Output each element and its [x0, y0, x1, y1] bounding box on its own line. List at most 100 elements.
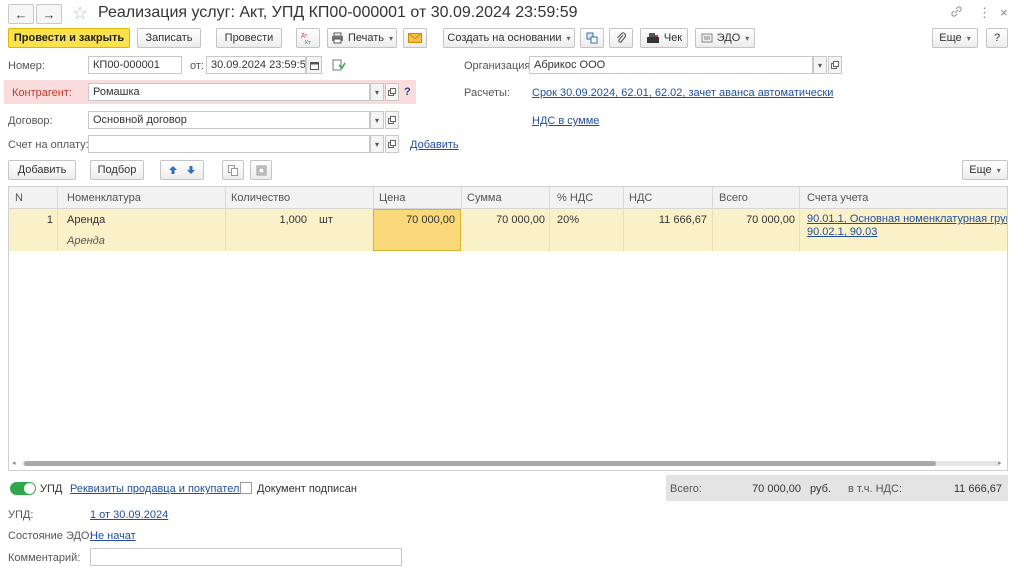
window-title: Реализация услуг: Акт, УПД КП00-000001 о…	[98, 4, 578, 21]
contract-field[interactable]: Основной договор	[88, 111, 370, 129]
vat-in-sum-link[interactable]: НДС в сумме	[532, 115, 599, 127]
contractor-help-icon[interactable]: ?	[404, 86, 411, 98]
copy-icon	[227, 164, 238, 176]
post-and-close-button[interactable]: Провести и закрыть	[8, 28, 130, 48]
upd-toggle[interactable]	[10, 482, 36, 495]
link-icon[interactable]	[950, 5, 963, 21]
attach-button[interactable]	[609, 28, 633, 48]
forward-button[interactable]: →	[36, 4, 62, 24]
sum-cell[interactable]: 70 000,00	[461, 214, 545, 226]
contractor-label: Контрагент:	[12, 87, 72, 99]
back-button[interactable]: ←	[8, 4, 34, 24]
comment-field[interactable]	[90, 548, 402, 566]
item-name[interactable]: Аренда	[67, 214, 105, 226]
organization-field[interactable]: Абрикос ООО	[529, 56, 813, 74]
paste-row-button[interactable]	[250, 160, 272, 180]
row-number: 1	[46, 214, 53, 226]
dt-kt-button[interactable]: Дт Кт	[296, 28, 320, 48]
col-header-qty[interactable]: Количество	[231, 192, 290, 204]
print-button[interactable]: Печать ▾	[327, 28, 397, 48]
edo-state-link[interactable]: Не начат	[90, 530, 136, 542]
add-invoice-link[interactable]: Добавить	[410, 139, 459, 151]
goods-table: N Номенклатура Количество Цена Сумма % Н…	[8, 186, 1008, 471]
number-label: Номер:	[8, 60, 45, 72]
number-field[interactable]: КП00-000001	[88, 56, 182, 74]
col-header-n[interactable]: N	[15, 192, 23, 204]
document-signed-label: Документ подписан	[257, 483, 357, 495]
scroll-left-icon[interactable]: ◂	[12, 459, 16, 467]
contract-dropdown[interactable]: ▾	[370, 111, 384, 129]
accounts-link-line2[interactable]: 90.02.1, 90.03	[807, 226, 877, 239]
more-menu-icon[interactable]: ⋮	[978, 5, 991, 21]
command-bar: Провести и закрыть Записать Провести Дт К…	[0, 28, 1024, 50]
copy-row-button[interactable]	[222, 160, 244, 180]
organization-open-button[interactable]	[828, 56, 842, 74]
contractor-dropdown[interactable]: ▾	[370, 83, 384, 101]
edo-button[interactable]: ЭДО ▾	[695, 28, 755, 48]
post-button[interactable]: Провести	[216, 28, 282, 48]
add-row-button[interactable]: Добавить	[8, 160, 76, 180]
invoice-dropdown[interactable]: ▾	[370, 135, 384, 153]
vat-total-value: 11 666,67	[953, 483, 1002, 495]
save-button[interactable]: Записать	[137, 28, 201, 48]
open-icon	[388, 140, 396, 148]
arrow-down-icon[interactable]	[186, 165, 196, 175]
document-signed-checkbox[interactable]	[240, 482, 252, 494]
accounts-link-line1[interactable]: 90.01.1, Основная номенклатурная группа,	[807, 213, 1007, 226]
document-status-icon[interactable]	[332, 59, 346, 74]
close-icon[interactable]: ×	[1000, 5, 1008, 20]
contract-open-button[interactable]	[385, 111, 399, 129]
vat-rate-cell[interactable]: 20%	[557, 214, 579, 226]
totals-panel: Всего: 70 000,00 руб. в т.ч. НДС: 11 666…	[666, 475, 1008, 501]
pick-button[interactable]: Подбор	[90, 160, 144, 180]
contractor-field[interactable]: Ромашка	[88, 83, 370, 101]
organization-dropdown[interactable]: ▾	[813, 56, 827, 74]
upd-label: УПД:	[8, 509, 34, 521]
col-header-price[interactable]: Цена	[379, 192, 405, 204]
scroll-right-icon[interactable]: ▸	[998, 459, 1002, 467]
col-header-vat-rate[interactable]: % НДС	[557, 192, 593, 204]
table-header: N Номенклатура Количество Цена Сумма % Н…	[9, 187, 1007, 209]
more-button[interactable]: Еще ▾	[932, 28, 978, 48]
move-buttons[interactable]	[160, 160, 204, 180]
requisites-link[interactable]: Реквизиты продавца и покупателя	[70, 483, 245, 495]
unit-cell[interactable]: шт	[319, 214, 333, 226]
open-icon	[831, 61, 839, 69]
price-cell[interactable]: 70 000,00	[373, 214, 455, 226]
table-row[interactable]: 1 Аренда Аренда 1,000 шт 70 000,00 70 00…	[9, 209, 1007, 251]
structure-button[interactable]	[580, 28, 604, 48]
currency-label: руб.	[810, 483, 831, 495]
create-based-on-button[interactable]: Создать на основании ▾	[443, 28, 575, 48]
item-content[interactable]: Аренда	[67, 235, 105, 247]
col-header-vat[interactable]: НДС	[629, 192, 652, 204]
settlements-link[interactable]: Срок 30.09.2024, 62.01, 62.02, зачет ава…	[532, 87, 833, 99]
edo-icon	[701, 33, 713, 43]
cash-register-icon	[646, 33, 659, 43]
invoice-open-button[interactable]	[385, 135, 399, 153]
col-header-accounts[interactable]: Счета учета	[807, 192, 868, 204]
horizontal-scrollbar[interactable]: ◂ ▸	[8, 459, 1008, 467]
vat-cell[interactable]: 11 666,67	[623, 214, 707, 226]
upd-link[interactable]: 1 от 30.09.2024	[90, 509, 168, 521]
paste-icon	[256, 165, 266, 175]
favorite-star-icon[interactable]: ☆	[72, 3, 88, 24]
contractor-open-button[interactable]	[385, 83, 399, 101]
total-cell[interactable]: 70 000,00	[712, 214, 795, 226]
help-button[interactable]: ?	[986, 28, 1008, 48]
arrow-up-icon[interactable]	[168, 165, 178, 175]
col-header-item[interactable]: Номенклатура	[67, 192, 141, 204]
vat-total-label: в т.ч. НДС:	[848, 483, 903, 495]
col-header-total[interactable]: Всего	[719, 192, 748, 204]
date-field[interactable]: 30.09.2024 23:59:59	[206, 56, 306, 74]
document-structure-icon	[586, 32, 598, 44]
envelope-icon	[408, 33, 422, 43]
calendar-button[interactable]	[306, 56, 322, 74]
edo-state-label: Состояние ЭДО:	[8, 530, 93, 542]
scrollbar-thumb[interactable]	[24, 461, 936, 466]
table-more-button[interactable]: Еще ▾	[962, 160, 1008, 180]
email-button[interactable]	[403, 28, 427, 48]
receipt-button[interactable]: Чек	[640, 28, 688, 48]
invoice-field[interactable]	[88, 135, 370, 153]
quantity-cell[interactable]: 1,000	[225, 214, 307, 226]
col-header-sum[interactable]: Сумма	[467, 192, 502, 204]
